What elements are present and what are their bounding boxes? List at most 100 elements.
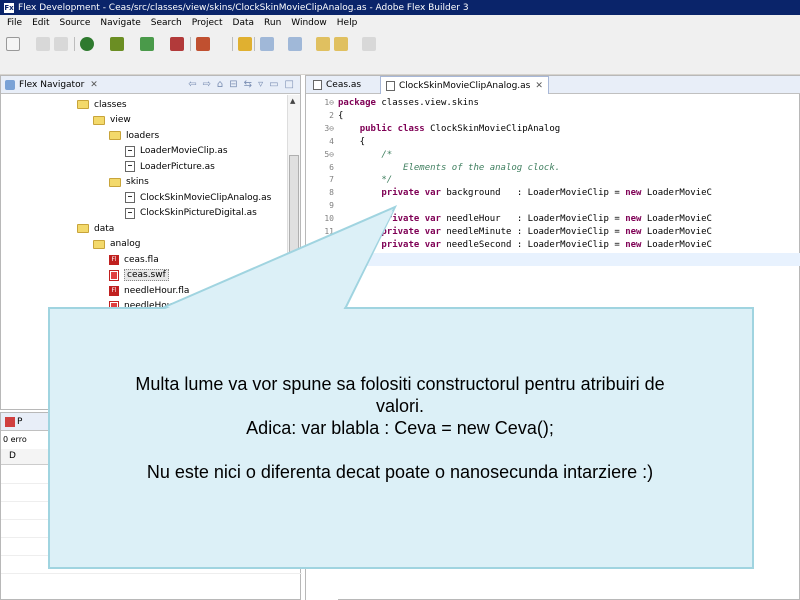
tree-item[interactable]: Fl ceas.fla — [109, 252, 159, 267]
next-annotation-icon[interactable] — [260, 37, 274, 51]
forward-icon[interactable] — [334, 37, 348, 51]
code-text: needleHour : LoaderMovieClip = — [440, 214, 626, 225]
code-keyword: private var — [381, 227, 441, 237]
table-row — [1, 573, 302, 574]
menu-file[interactable]: File — [2, 18, 27, 28]
tree-item[interactable]: analog — [93, 237, 140, 252]
scrollbar-thumb[interactable] — [289, 155, 299, 305]
flex-navigator-panel: Flex Navigator ✕ ⇦ ⇨ ⌂ ⊟ ⇆ ▿ ▭ □ classes… — [0, 75, 301, 410]
code-text: LoaderMovieC — [641, 239, 712, 250]
menu-source[interactable]: Source — [55, 18, 96, 28]
run-icon[interactable] — [80, 37, 94, 51]
back-icon[interactable] — [316, 37, 330, 51]
code-editor: Ceas.as ClockSkinMovieClipAnalog.as ✕ 1⊖… — [305, 75, 800, 600]
problems-tab[interactable]: P — [1, 413, 302, 431]
tree-item[interactable]: LoaderPicture.as — [125, 159, 215, 174]
maximize-icon[interactable]: □ — [285, 79, 294, 90]
new-file-icon[interactable] — [6, 37, 20, 51]
tree-item[interactable]: LoaderMovieClip.as — [125, 144, 228, 159]
print-icon[interactable] — [54, 37, 68, 51]
table-row — [1, 501, 302, 502]
problems-header: D — [1, 449, 302, 465]
line-number: 2 — [329, 110, 334, 120]
debug-icon[interactable] — [110, 37, 124, 51]
prev-annotation-icon[interactable] — [288, 37, 302, 51]
scroll-up-icon[interactable]: ▲ — [290, 97, 295, 105]
menu-navigate[interactable]: Navigate — [95, 18, 145, 28]
problems-column-description[interactable]: D — [9, 451, 16, 461]
menu-data[interactable]: Data — [228, 18, 260, 28]
tree-item-label: needleHour.fla — [124, 285, 190, 296]
code-text: { — [338, 136, 366, 147]
menu-project[interactable]: Project — [187, 18, 228, 28]
close-icon[interactable]: ✕ — [90, 80, 98, 90]
line-number: 9 — [329, 201, 334, 211]
code-line: } — [338, 253, 365, 266]
menu-window[interactable]: Window — [286, 18, 332, 28]
tree-item-label: LoaderMovieClip.as — [140, 146, 228, 156]
profile-icon[interactable] — [140, 37, 154, 51]
navigator-icon — [5, 79, 15, 90]
menu-run[interactable]: Run — [259, 18, 286, 28]
minimize-icon[interactable]: ▭ — [269, 79, 278, 90]
tree-item-label: view — [110, 115, 131, 125]
back-arrow-icon[interactable]: ⇦ — [188, 79, 196, 90]
tree-item[interactable]: loaders — [109, 128, 159, 143]
tree-item[interactable]: classes — [77, 97, 127, 112]
navigator-scrollbar[interactable]: ▲ — [287, 95, 300, 409]
folder-icon — [93, 239, 105, 249]
save-icon[interactable] — [36, 37, 50, 51]
folder-icon — [77, 100, 89, 109]
edit-icon[interactable] — [238, 37, 252, 51]
menu-edit[interactable]: Edit — [27, 18, 54, 28]
current-line-highlight — [338, 252, 800, 266]
tree-item[interactable]: skins — [109, 175, 149, 190]
tab-clockskin-as[interactable]: ClockSkinMovieClipAnalog.as ✕ — [380, 76, 549, 94]
tree-item[interactable]: data — [77, 221, 114, 236]
link-icon[interactable]: ⇆ — [244, 79, 252, 90]
line-number: 5⊖ — [324, 149, 334, 159]
tree-item[interactable]: ClockSkinPictureDigital.as — [125, 206, 257, 221]
code-text: LoaderMovieC — [641, 227, 712, 237]
tree-item[interactable]: view — [93, 113, 131, 128]
home-icon[interactable]: ⌂ — [217, 79, 223, 90]
tab-label: ClockSkinMovieClipAnalog.as — [399, 80, 531, 91]
navigator-tree: classes view loaders LoaderMovieClip.as Load… — [1, 95, 288, 409]
flex-app-icon: Fx — [4, 2, 14, 13]
code-text: classes.view.skins — [375, 98, 479, 108]
tab-ceas-as[interactable]: Ceas.as — [308, 76, 366, 94]
line-number: 6 — [329, 162, 334, 172]
code-line: private var background : LoaderMovieClip… — [338, 188, 712, 201]
tree-item-label: skins — [126, 177, 149, 187]
close-icon[interactable]: ✕ — [535, 81, 543, 91]
as-file-icon — [313, 80, 322, 90]
code-line: public class ClockSkinMovieClipAnalog — [338, 124, 561, 137]
code-text: LoaderMovieC — [641, 188, 712, 199]
problems-tab-label: P — [17, 417, 23, 427]
main-toolbar — [0, 31, 800, 75]
tree-item[interactable]: ClockSkinMovieClipAnalog.as — [125, 190, 271, 205]
view-menu-icon[interactable]: ▿ — [258, 79, 263, 90]
forward-arrow-icon[interactable]: ⇨ — [203, 79, 211, 90]
collapse-all-icon[interactable]: ⊟ — [229, 79, 237, 90]
export-icon[interactable] — [170, 37, 184, 51]
tree-item[interactable]: ceas.swf — [109, 268, 169, 283]
code-keyword: new — [625, 214, 642, 225]
navigator-tab[interactable]: Flex Navigator ✕ ⇦ ⇨ ⌂ ⊟ ⇆ ▿ ▭ □ — [1, 76, 300, 94]
tree-item-label: data — [94, 223, 115, 234]
code-area[interactable]: package classes.view.skins{ public class… — [338, 95, 800, 600]
tree-item[interactable]: needleHour.sw — [109, 299, 190, 314]
as-file-icon — [125, 207, 135, 219]
code-text: background : LoaderMovieClip = — [440, 188, 626, 199]
forward-history-icon[interactable] — [362, 37, 376, 51]
tree-item[interactable]: Fl needleHour.fla — [109, 283, 189, 298]
code-line: private var needleHour : LoaderMovieClip… — [338, 214, 712, 227]
table-row — [1, 519, 302, 520]
external-tools-icon[interactable] — [196, 37, 210, 51]
folder-icon — [109, 131, 121, 140]
menu-help[interactable]: Help — [332, 18, 363, 28]
menu-search[interactable]: Search — [146, 18, 187, 28]
